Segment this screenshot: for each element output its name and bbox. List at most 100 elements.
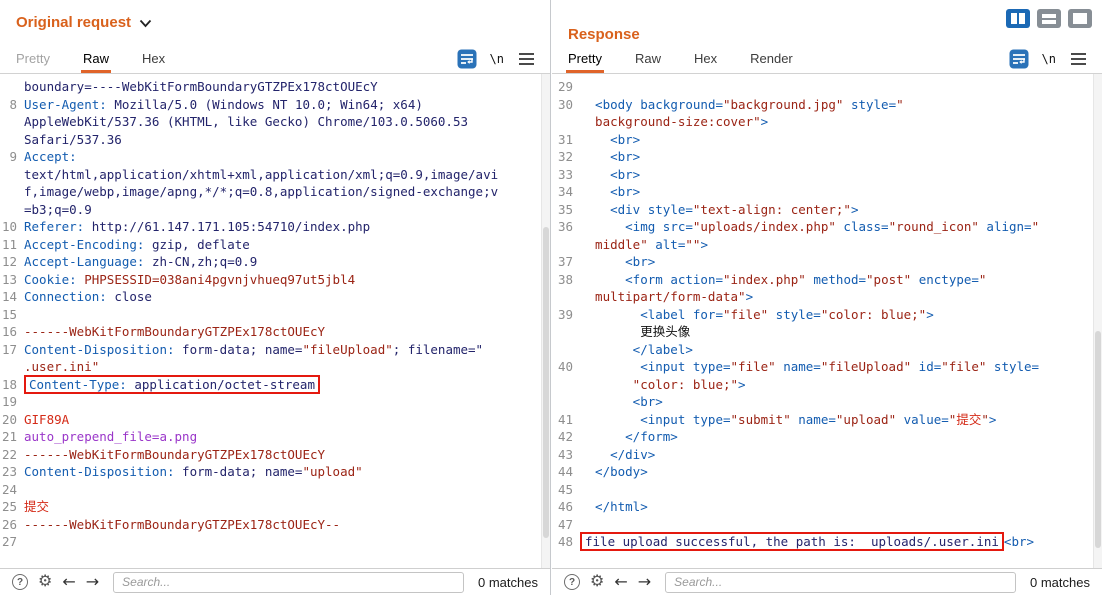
- code-row: 19: [0, 393, 550, 411]
- request-selector[interactable]: Original request: [16, 14, 152, 31]
- code-row: middle" alt="">: [552, 236, 1102, 254]
- code-row: 17 Content-Disposition: form-data; name="…: [1, 341, 484, 357]
- next-match-button[interactable]: →: [86, 574, 99, 590]
- code-row: 22 ------WebKitFormBoundaryGTZPEx178ctOUE…: [1, 446, 326, 462]
- line-number: 45: [557, 481, 573, 497]
- code-row: 20 GIF89A: [1, 411, 70, 427]
- search-input[interactable]: [665, 571, 1017, 593]
- line-number: 30: [557, 96, 573, 112]
- tab-raw[interactable]: Raw: [80, 45, 111, 73]
- line-number: [552, 236, 580, 254]
- request-tabbar: Pretty Raw Hex \n: [0, 45, 550, 74]
- layout-buttons: [1006, 9, 1092, 28]
- word-wrap-icon[interactable]: [1009, 49, 1029, 69]
- gear-icon[interactable]: ⚙: [590, 574, 604, 590]
- newline-toggle[interactable]: \n: [1042, 52, 1056, 66]
- code-row: 23 Content-Disposition: form-data; name="…: [1, 464, 363, 479]
- code-row: </label>: [552, 341, 1102, 359]
- code-row: 33 <br>: [552, 166, 1102, 184]
- code-row: 18 Content-Type: application/octet-stream: [0, 374, 550, 394]
- line-number: 37: [557, 254, 573, 269]
- code-row: 34 <br>: [552, 183, 1102, 201]
- tab-raw[interactable]: Raw: [633, 45, 663, 73]
- code-row: 24: [0, 481, 550, 499]
- request-panel-title: Original request: [16, 14, 132, 31]
- line-number: [0, 201, 24, 219]
- code-row: "color: blue;">: [552, 376, 1102, 394]
- line-number: [0, 166, 24, 184]
- code-row: 21 auto_prepend_file=a.png: [1, 429, 198, 444]
- tab-render[interactable]: Render: [748, 45, 795, 73]
- help-icon[interactable]: ?: [12, 574, 28, 590]
- code-row: background-size:cover">: [552, 113, 1102, 131]
- line-number: [552, 376, 580, 394]
- line-number: 32: [557, 149, 573, 164]
- help-icon[interactable]: ?: [564, 574, 580, 590]
- code-row: =b3;q=0.9: [0, 201, 550, 219]
- line-number: 15: [1, 306, 17, 322]
- word-wrap-icon[interactable]: [457, 49, 477, 69]
- line-number: 12: [1, 254, 17, 269]
- layout-columns-button[interactable]: [1006, 9, 1030, 28]
- request-panel-header: Original request: [0, 0, 550, 45]
- line-number: [552, 341, 580, 359]
- tab-pretty[interactable]: Pretty: [14, 45, 52, 73]
- hamburger-menu-icon[interactable]: [517, 51, 536, 67]
- code-row: 46 </html>: [552, 498, 1102, 516]
- request-searchbar: ? ⚙ ← → 0 matches: [0, 568, 550, 595]
- code-row: f,image/webp,image/apng,*/*;q=0.8,applic…: [0, 183, 550, 201]
- code-row: 45: [552, 481, 1102, 499]
- line-number: 8: [9, 96, 17, 112]
- scrollbar-thumb[interactable]: [543, 227, 549, 539]
- line-number: 10: [1, 219, 17, 234]
- hamburger-menu-icon[interactable]: [1069, 51, 1088, 67]
- layout-single-button[interactable]: [1068, 9, 1092, 28]
- response-scrollbar[interactable]: [1093, 74, 1102, 568]
- line-number: 48: [557, 534, 573, 549]
- code-row: 11 Accept-Encoding: gzip, deflate: [1, 236, 250, 252]
- code-row: 43 </div>: [552, 446, 1102, 464]
- previous-match-button[interactable]: ←: [614, 574, 627, 590]
- scrollbar-thumb[interactable]: [1095, 330, 1101, 549]
- code-row: 10 Referer: http://61.147.171.105:54710/i…: [1, 219, 371, 234]
- chevron-down-icon: [139, 19, 152, 28]
- code-row: AppleWebKit/537.36 (KHTML, like Gecko) C…: [0, 113, 550, 131]
- layout-stack-button[interactable]: [1037, 9, 1061, 28]
- line-number: 27: [1, 534, 17, 549]
- tab-pretty[interactable]: Pretty: [566, 45, 604, 73]
- match-count: 0 matches: [1030, 574, 1090, 590]
- code-row: 27: [0, 533, 550, 551]
- line-number: 23: [1, 464, 17, 479]
- line-number: 39: [557, 306, 573, 322]
- line-number: 24: [1, 481, 17, 497]
- line-number: 40: [557, 359, 573, 374]
- code-row: 15: [0, 306, 550, 324]
- code-row: 9 Accept:: [0, 148, 550, 166]
- line-number: [0, 358, 24, 376]
- line-number: [552, 323, 580, 341]
- line-number: 19: [1, 394, 17, 409]
- line-number: [552, 113, 580, 131]
- line-number: [0, 183, 24, 201]
- code-row: 36 <img src="uploads/index.php" class="r…: [552, 218, 1102, 236]
- code-row: 40 <input type="file" name="fileUpload" …: [552, 358, 1102, 376]
- code-row: 8 User-Agent: Mozilla/5.0 (Windows NT 10.…: [0, 96, 550, 114]
- code-row: 26 ------WebKitFormBoundaryGTZPEx178ctOUE…: [1, 516, 341, 532]
- line-number: [0, 113, 24, 131]
- newline-toggle[interactable]: \n: [490, 52, 504, 66]
- code-row: 30 <body background="background.jpg" sty…: [552, 96, 1102, 114]
- response-viewer[interactable]: 29 30 <body background="background.jpg" s…: [552, 74, 1102, 568]
- tab-hex[interactable]: Hex: [692, 45, 719, 73]
- request-editor[interactable]: boundary=----WebKitFormBoundaryGTZPEx178…: [0, 74, 550, 568]
- line-number: 14: [1, 289, 17, 304]
- request-scrollbar[interactable]: [541, 74, 550, 568]
- tab-hex[interactable]: Hex: [140, 45, 167, 73]
- line-number: [0, 78, 24, 96]
- search-input[interactable]: [113, 571, 465, 593]
- response-panel-header: Response: [552, 0, 1102, 45]
- code-row: 13 Cookie: PHPSESSID=038ani4pgvnjvhueq97u…: [1, 271, 356, 287]
- next-match-button[interactable]: →: [638, 574, 651, 590]
- previous-match-button[interactable]: ←: [62, 574, 75, 590]
- line-number: 13: [1, 271, 17, 287]
- gear-icon[interactable]: ⚙: [38, 574, 52, 590]
